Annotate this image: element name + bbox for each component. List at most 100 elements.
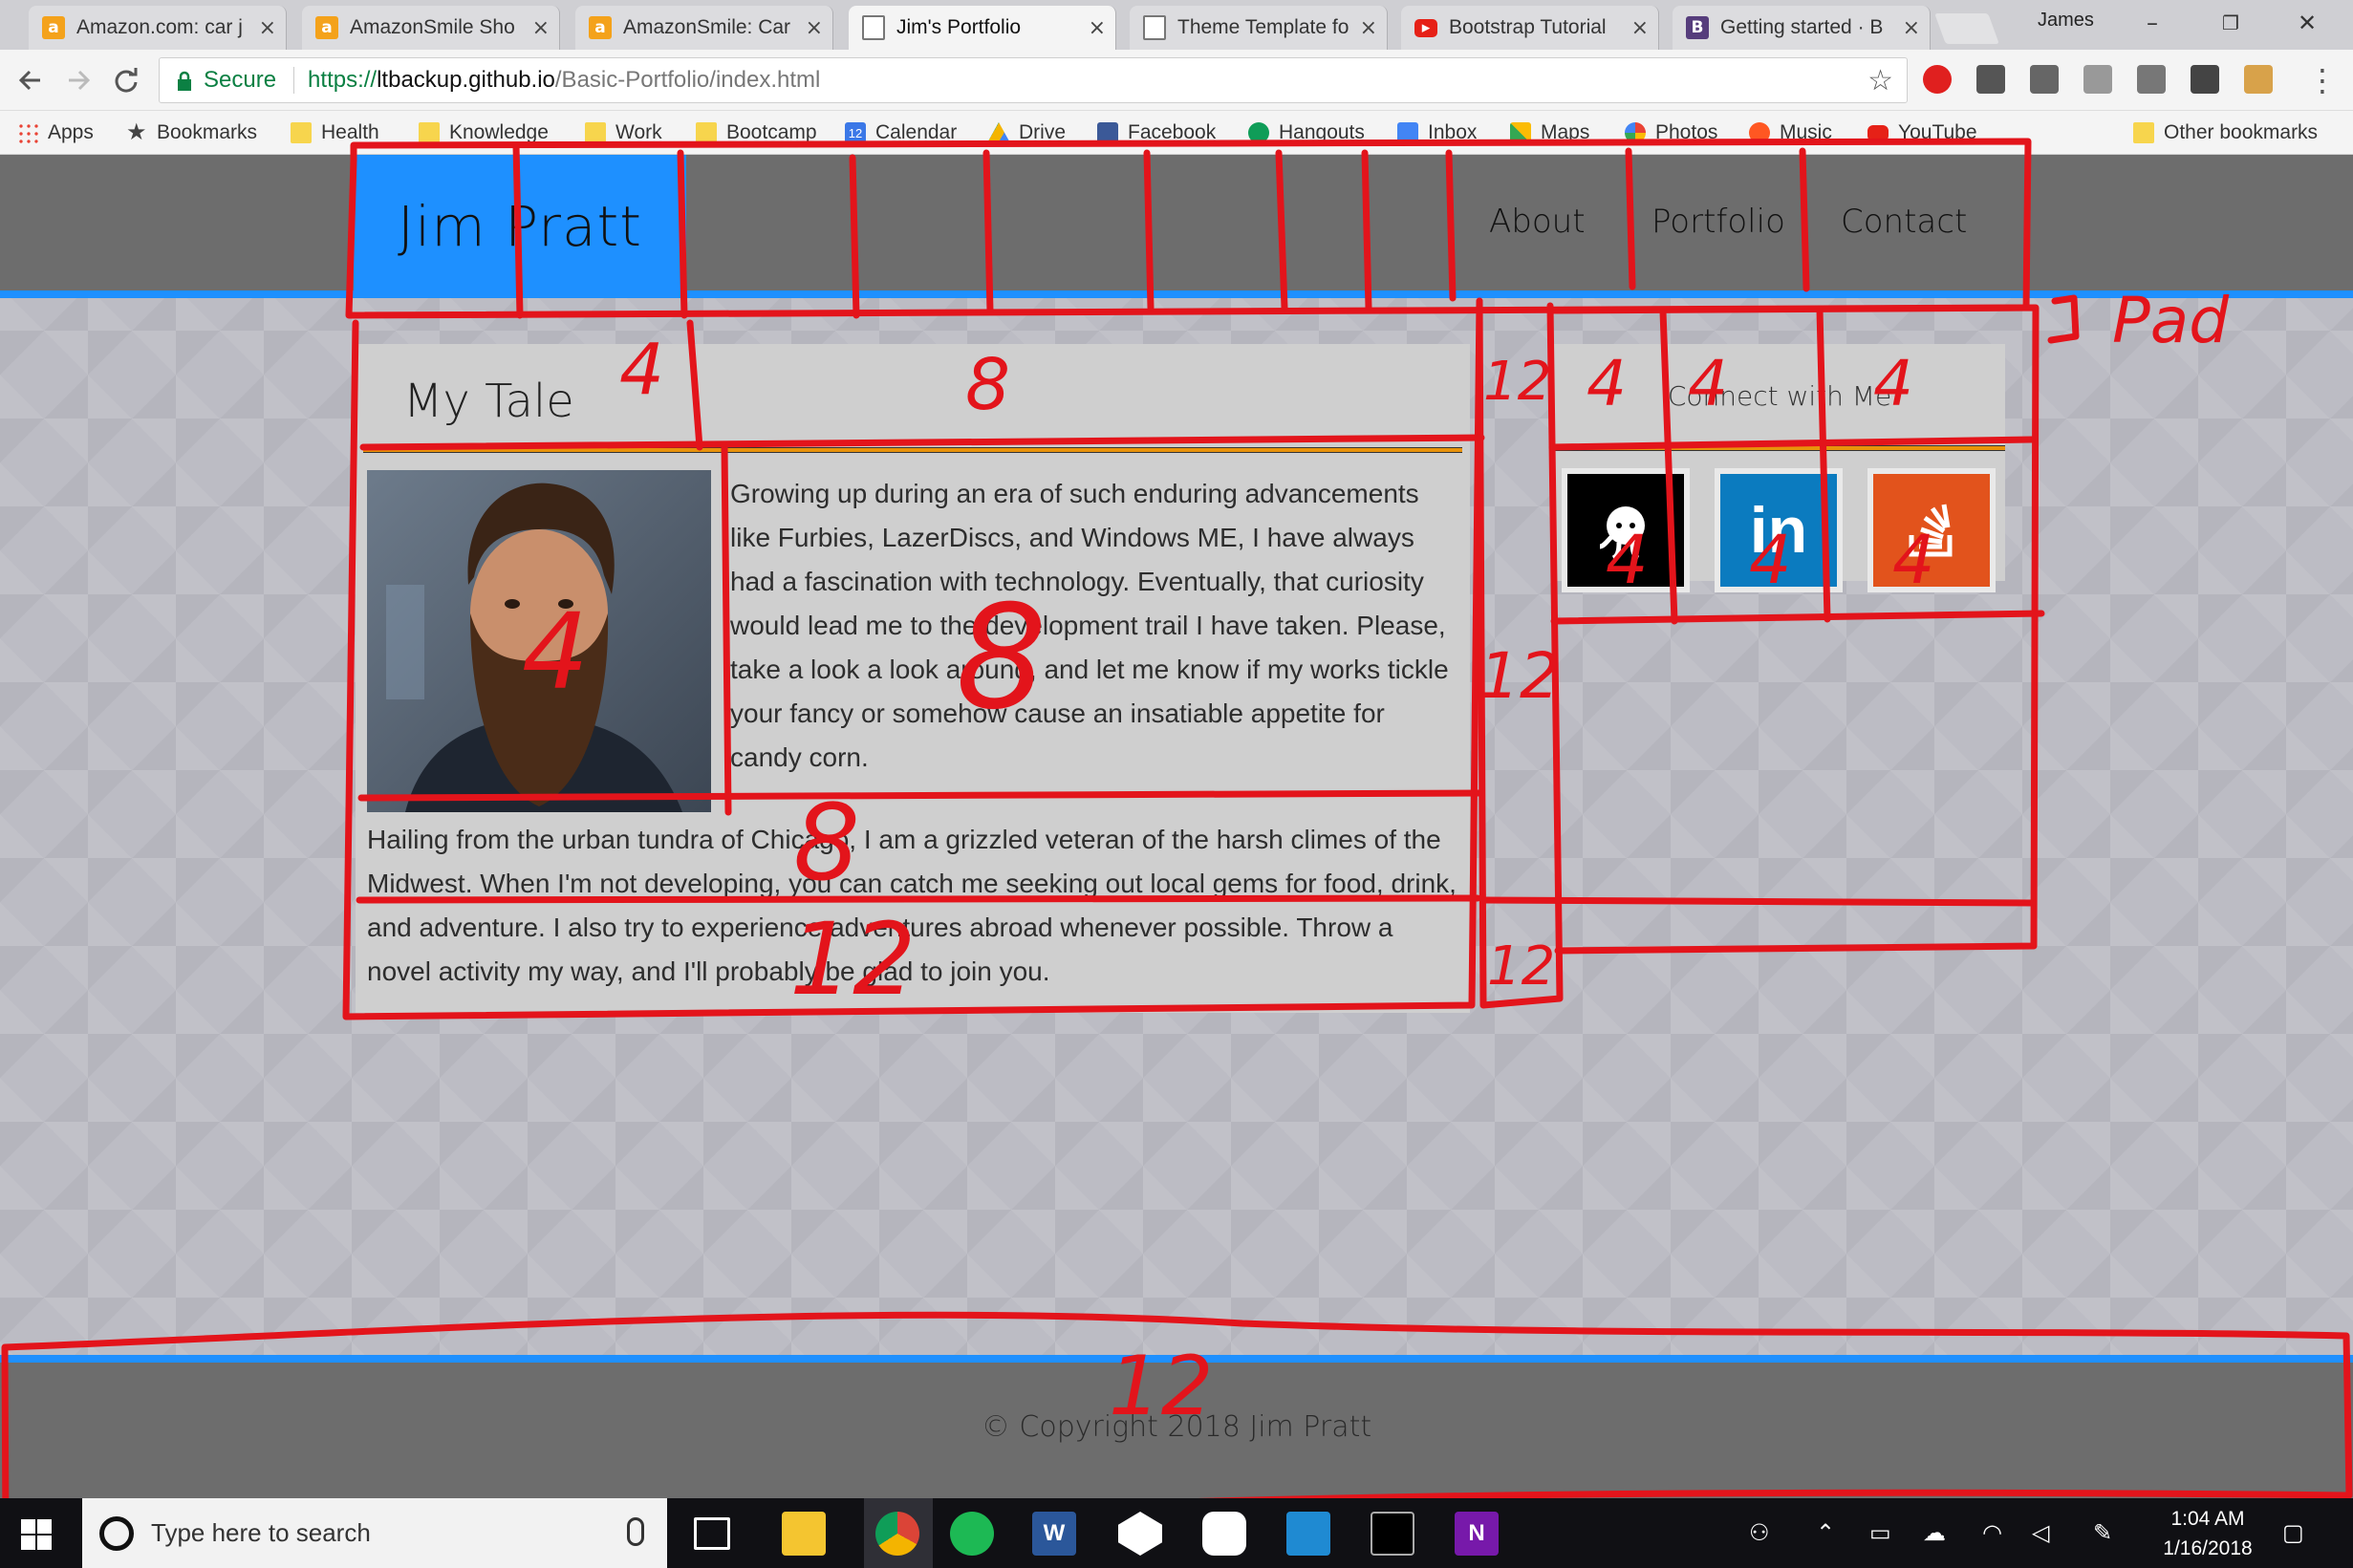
my-tale-heading: My Tale [403,375,574,428]
bookmark-knowledge[interactable]: Knowledge [419,118,549,147]
bookmark-drive[interactable]: Drive [988,118,1066,147]
system-clock[interactable]: 1:04 AM 1/16/2018 [2150,1504,2265,1563]
address-bar[interactable]: Secure https://ltbackup.github.io/Basic-… [159,57,1908,103]
bookmark-inbox[interactable]: Inbox [1397,118,1477,147]
tab-close-icon[interactable]: × [1903,16,1920,40]
tab-jims-portfolio[interactable]: Jim's Portfolio × [849,6,1116,50]
file-explorer-icon[interactable] [782,1512,826,1556]
reload-button[interactable] [107,61,145,99]
terminal-icon[interactable] [1371,1512,1414,1556]
chevron-up-icon[interactable]: ⌃ [1816,1519,1835,1546]
bookmark-music[interactable]: Music [1749,118,1832,147]
arrow-right-icon [69,70,91,91]
bookmark-label: Other bookmarks [2164,121,2319,143]
forward-button[interactable] [59,61,97,99]
close-window-button[interactable]: ✕ [2278,4,2336,42]
nav-about[interactable]: About [1489,203,1586,241]
bookmark-calendar[interactable]: 12 Calendar [845,118,957,147]
tab-getting-started[interactable]: B Getting started · B × [1673,6,1931,50]
lock-icon [177,71,192,91]
chrome-icon[interactable] [875,1512,919,1556]
nav-portfolio[interactable]: Portfolio [1651,203,1785,241]
new-tab-button[interactable] [1934,13,1999,44]
back-button[interactable] [11,61,50,99]
bookmark-work[interactable]: Work [585,118,662,147]
tab-close-icon[interactable]: × [259,16,276,40]
bookmark-label: YouTube [1898,121,1977,143]
tab-close-icon[interactable]: × [1631,16,1649,40]
action-center-icon[interactable]: ▢ [2282,1519,2304,1546]
bookmark-photos[interactable]: Photos [1625,118,1717,147]
taskbar-search-box[interactable]: Type here to search [82,1498,667,1568]
tab-close-icon[interactable]: × [806,16,823,40]
battery-icon[interactable]: ▭ [1869,1519,1891,1546]
connect-heading: Connect with Me [1667,380,1892,412]
tab-title: Getting started · B [1720,16,1884,38]
cortana-icon[interactable] [99,1515,134,1551]
minimize-button[interactable]: – [2124,4,2181,42]
onedrive-icon[interactable]: ☁ [1923,1519,1946,1546]
spotify-icon[interactable] [950,1512,994,1556]
restore-button[interactable]: ❐ [2202,4,2259,42]
bookmark-health[interactable]: Health [291,118,379,147]
cast-icon[interactable] [2137,65,2166,94]
site-footer: © Copyright 2018 Jim Pratt [0,1355,2353,1498]
apps-grid-icon [17,122,38,143]
linkedin-link[interactable]: in [1715,468,1843,592]
bookmark-bootcamp[interactable]: Bootcamp [696,118,817,147]
tab-close-icon[interactable]: × [532,16,550,40]
wifi-icon[interactable]: ◠ [1982,1519,2002,1546]
bookmark-hangouts[interactable]: Hangouts [1248,118,1365,147]
amazon-icon: a [589,16,612,39]
volume-icon[interactable]: ◁ [2032,1519,2049,1546]
tab-theme-template[interactable]: Theme Template fo × [1130,6,1388,50]
nav-contact[interactable]: Contact [1841,203,1967,241]
url-scheme: https:// [308,67,378,93]
extension-icon[interactable] [2083,65,2112,94]
bookmark-star-icon[interactable]: ☆ [1867,64,1893,97]
calendar-icon: 12 [845,122,866,143]
bookmark-apps[interactable]: Apps [17,118,94,147]
microphone-icon[interactable] [627,1517,644,1546]
tab-close-icon[interactable]: × [1360,16,1377,40]
page-icon [1143,15,1166,40]
brand-logo[interactable]: Jim Pratt [354,155,686,298]
youtube-icon: ▸ [1414,18,1437,37]
browser-menu-button[interactable]: ⋮ [2303,61,2342,99]
tab-close-icon[interactable]: × [1089,16,1106,40]
tab-amazon-car[interactable]: a Amazon.com: car j × [29,6,287,50]
bookmark-label: Maps [1541,121,1590,143]
bookmark-youtube[interactable]: YouTube [1867,118,1977,147]
bio-paragraph-2: Hailing from the urban tundra of Chicago… [367,825,1457,986]
tab-amazonsmile-car[interactable]: a AmazonSmile: Car × [575,6,833,50]
bookmark-facebook[interactable]: Facebook [1097,118,1216,147]
people-icon[interactable]: ⚇ [1749,1519,1770,1546]
extension-icon[interactable] [2191,65,2219,94]
github-link[interactable] [1562,468,1690,592]
onenote-icon[interactable]: N [1455,1512,1499,1556]
extension-icon[interactable] [1976,65,2005,94]
other-bookmarks[interactable]: Other bookmarks [2133,118,2318,147]
stackoverflow-link[interactable] [1867,468,1996,592]
unity-icon[interactable] [1118,1512,1162,1556]
vscode-icon[interactable] [1286,1512,1330,1556]
task-view-icon[interactable] [694,1517,730,1550]
bookmark-label: Hangouts [1279,121,1365,143]
mail-checker-icon[interactable] [2030,65,2059,94]
windows-start-icon[interactable] [17,1515,55,1554]
pen-icon[interactable]: ✎ [2093,1519,2112,1546]
bookmark-bookmarks[interactable]: ★ Bookmarks [126,118,257,147]
profile-button[interactable]: James [2038,10,2094,32]
slack-icon[interactable] [1202,1512,1246,1556]
page-viewport: Jim Pratt About Portfolio Contact My Tal… [0,155,2353,1498]
opera-vpn-icon[interactable] [1923,65,1952,94]
word-icon[interactable]: W [1032,1512,1076,1556]
tab-amazonsmile-shop[interactable]: a AmazonSmile Sho × [302,6,560,50]
connect-card: Connect with Me in [1554,344,2005,592]
bookmark-maps[interactable]: Maps [1510,118,1589,147]
github-icon [1567,474,1684,587]
inbox-icon [1397,122,1418,143]
tab-bootstrap-tutorial[interactable]: ▸ Bootstrap Tutorial × [1401,6,1659,50]
extension-icon[interactable] [2244,65,2273,94]
music-icon [1749,122,1770,143]
